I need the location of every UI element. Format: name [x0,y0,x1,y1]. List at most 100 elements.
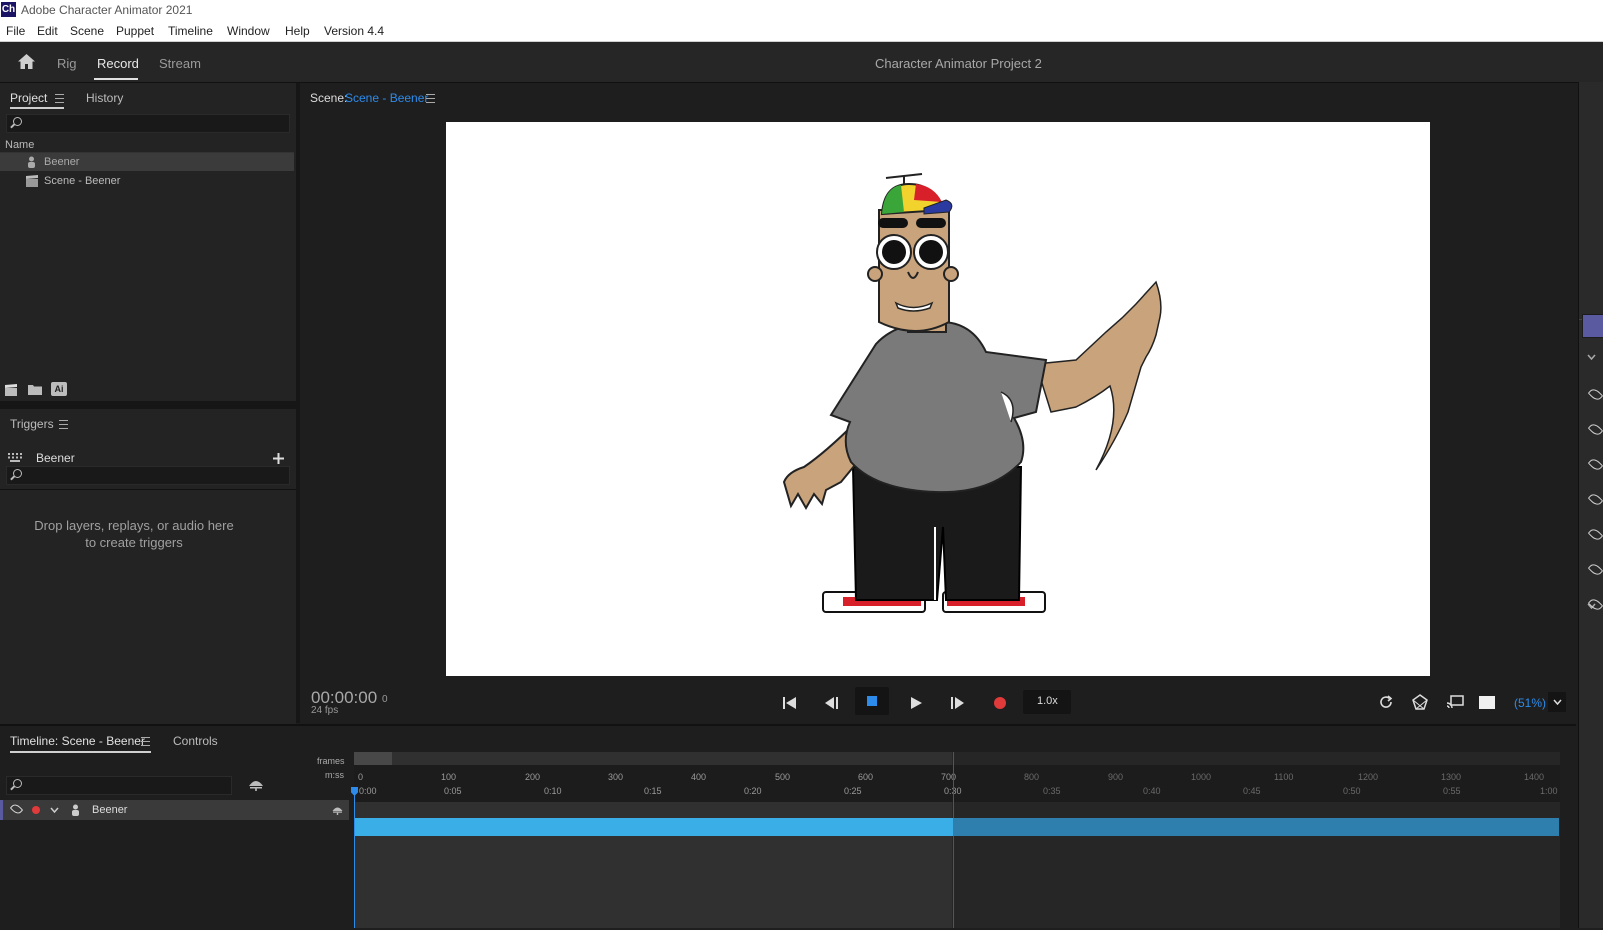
tab-record[interactable]: Record [97,56,139,71]
time-tick-label: 0:15 [644,786,662,796]
eye-icon[interactable] [9,802,24,816]
frame-tick-label: 100 [441,772,457,782]
triggers-search-input[interactable] [6,466,290,485]
refresh-icon[interactable] [1379,695,1393,709]
time-tick-label: 0:50 [1343,786,1361,796]
time-tick-label: 0:45 [1243,786,1261,796]
scene-stage[interactable] [446,122,1430,676]
fps-label: 24 fps [311,705,339,716]
track-bar-beener[interactable] [355,818,1559,836]
stop-icon [867,696,877,706]
app-icon: Ch [1,2,16,17]
project-item-beener[interactable]: Beener [0,153,294,171]
menu-help[interactable]: Help [285,24,310,38]
menu-window[interactable]: Window [227,24,270,38]
work-area-end-marker[interactable] [953,752,954,928]
go-to-start-icon[interactable] [783,697,796,709]
scene-name-link[interactable]: Scene - Beener [345,91,428,105]
project-tab-underline [10,107,64,109]
chevron-down-icon[interactable] [50,807,59,813]
time-tick-label: 0:35 [1043,786,1061,796]
tab-timeline[interactable]: Timeline: Scene - Beener [10,734,145,748]
onion-skin-icon[interactable] [1412,694,1428,710]
play-icon[interactable] [911,697,922,709]
add-trigger-icon[interactable] [273,453,284,464]
menu-puppet[interactable]: Puppet [116,24,154,38]
menu-version[interactable]: Version 4.4 [324,24,384,38]
puppet-track-icon[interactable] [1583,315,1603,337]
playback-speed-button[interactable]: 1.0x [1023,690,1071,714]
frame-tick-label: 400 [691,772,707,782]
menu-edit[interactable]: Edit [37,24,58,38]
frames-label: frames [317,756,345,766]
menu-file[interactable]: File [6,24,25,38]
time-tick-label: 0:00 [359,786,377,796]
panel-splitter[interactable] [296,83,300,723]
triggers-title: Triggers [10,417,54,431]
stop-button[interactable] [855,687,889,715]
tab-controls[interactable]: Controls [173,734,218,748]
frame-number: 0 [382,694,388,705]
frame-tick-label: 200 [525,772,541,782]
track-color-tag [0,800,3,820]
track-name: Beener [92,804,128,816]
record-button[interactable] [994,697,1006,709]
frame-tick-label: 1400 [1524,772,1545,782]
timeline-ruler[interactable] [354,765,1560,802]
column-header-name[interactable]: Name [5,139,34,151]
folder-icon[interactable] [28,384,42,395]
arm-track-icon[interactable] [248,778,264,791]
search-icon [13,469,22,478]
tab-history[interactable]: History [86,91,123,105]
time-tick-label: 0:25 [844,786,862,796]
menu-timeline[interactable]: Timeline [168,24,213,38]
zoom-level[interactable]: (51%) [1514,696,1546,710]
menu-bar: File Edit Scene Puppet Timeline Window H… [0,21,1603,42]
triggers-empty-message: Drop layers, replays, or audio here to c… [0,517,268,551]
chevron-down-icon [1553,699,1562,705]
time-tick-label: 0:55 [1443,786,1461,796]
tab-stream[interactable]: Stream [159,56,201,71]
window-title: Adobe Character Animator 2021 [21,3,193,17]
trigger-puppet-name: Beener [36,451,75,465]
track-row-beener[interactable]: Beener [0,800,349,820]
frame-tick-label: 1000 [1191,772,1212,782]
frame-tick-label: 300 [608,772,624,782]
zoom-dropdown[interactable] [1548,692,1566,712]
step-back-icon[interactable] [825,697,838,709]
triggers-panel: Triggers Beener Drop layers, replays, or… [0,409,296,724]
project-item-scene[interactable]: Scene - Beener [0,172,294,190]
step-forward-icon[interactable] [951,697,964,709]
chevron-down-icon[interactable] [1587,354,1596,360]
scene-label: Scene: [310,91,348,105]
cast-icon[interactable] [1446,695,1464,709]
search-icon [13,117,22,126]
timeline-search-input[interactable] [6,776,232,795]
timeline-panel-menu-icon[interactable] [141,737,150,746]
title-bar: Ch Adobe Character Animator 2021 [0,0,1603,21]
triggers-panel-menu-icon[interactable] [59,420,68,429]
track-bar-work-area [355,818,953,836]
project-item-label: Beener [44,156,80,168]
time-tick-label: 0:40 [1143,786,1161,796]
time-tick-label: 0:10 [544,786,562,796]
new-scene-icon[interactable] [4,384,18,396]
time-tick-label: 0:05 [444,786,462,796]
frame-tick-label: 900 [1108,772,1124,782]
background-color-swatch[interactable] [1479,696,1495,709]
playhead[interactable] [354,788,355,928]
timeline-tab-underline [10,751,151,753]
scene-panel-menu-icon[interactable] [426,94,435,103]
project-panel-menu-icon[interactable] [55,94,64,103]
puppet-beener-drawing [782,173,1162,613]
tab-rig[interactable]: Rig [57,56,77,71]
tab-project[interactable]: Project [10,91,47,105]
project-search-input[interactable] [6,114,290,133]
menu-scene[interactable]: Scene [70,24,104,38]
panel-splitter[interactable] [0,401,296,409]
home-icon[interactable] [17,53,36,70]
timeline-scroll-thumb[interactable] [354,752,392,765]
record-arm-icon[interactable] [32,806,40,814]
import-ai-icon[interactable]: Ai [51,382,67,396]
arm-track-icon[interactable] [332,805,343,815]
